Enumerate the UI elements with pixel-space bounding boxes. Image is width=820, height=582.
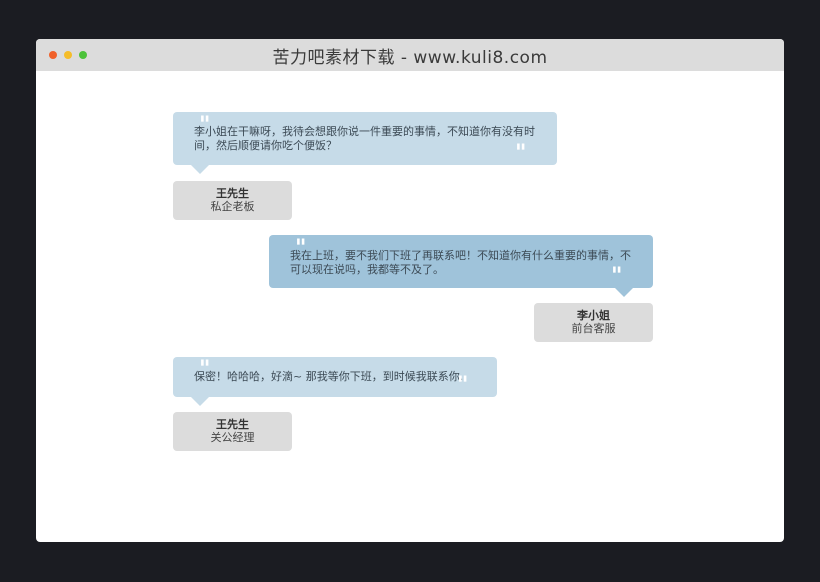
- open-quote-icon: ": [295, 235, 307, 261]
- maximize-dot-icon[interactable]: [79, 51, 87, 59]
- close-quote-icon: ": [611, 263, 623, 289]
- bubble-tail-icon: [191, 397, 209, 406]
- speaker-name: 王先生: [216, 418, 249, 431]
- chat-bubble-1: " 李小姐在干嘛呀，我待会想跟你说一件重要的事情，不知道你有没有时间，然后顺便请…: [173, 112, 557, 174]
- message-text-3: 保密！哈哈哈，好滴~ 那我等你下班，到时候我联系你.: [194, 370, 464, 383]
- speaker-card-3: 王先生 关公经理: [173, 412, 292, 451]
- title-bar: 苦力吧素材下载 - www.kuli8.com: [36, 39, 784, 71]
- bubble-tail-icon: [191, 165, 209, 174]
- chat-bubble-3: " 保密！哈哈哈，好滴~ 那我等你下班，到时候我联系你. ": [173, 356, 497, 406]
- chat-bubble-2: " 我在上班，要不我们下班了再联系吧！不知道你有什么重要的事情，不可以现在说吗，…: [269, 235, 653, 297]
- open-quote-icon: ": [199, 356, 211, 382]
- close-quote-icon: ": [515, 140, 527, 166]
- speaker-role: 关公经理: [210, 431, 255, 444]
- speaker-role: 私企老板: [210, 200, 255, 213]
- window-title: 苦力吧素材下载 - www.kuli8.com: [272, 47, 548, 68]
- open-quote-icon: ": [199, 112, 211, 138]
- bubble-tail-icon: [615, 288, 633, 297]
- speaker-card-1: 王先生 私企老板: [173, 181, 292, 220]
- speaker-role: 前台客服: [571, 322, 616, 335]
- speaker-name: 李小姐: [577, 309, 610, 322]
- close-dot-icon[interactable]: [49, 51, 57, 59]
- message-text-2: 我在上班，要不我们下班了再联系吧！不知道你有什么重要的事情，不可以现在说吗，我都…: [290, 249, 631, 276]
- speaker-card-2: 李小姐 前台客服: [534, 303, 653, 342]
- browser-window: 苦力吧素材下载 - www.kuli8.com " 李小姐在干嘛呀，我待会想跟你…: [36, 39, 784, 542]
- window-controls: [49, 51, 87, 59]
- speaker-name: 王先生: [216, 187, 249, 200]
- close-quote-icon: ": [457, 372, 469, 398]
- minimize-dot-icon[interactable]: [64, 51, 72, 59]
- message-text-1: 李小姐在干嘛呀，我待会想跟你说一件重要的事情，不知道你有没有时间，然后顺便请你吃…: [194, 125, 535, 152]
